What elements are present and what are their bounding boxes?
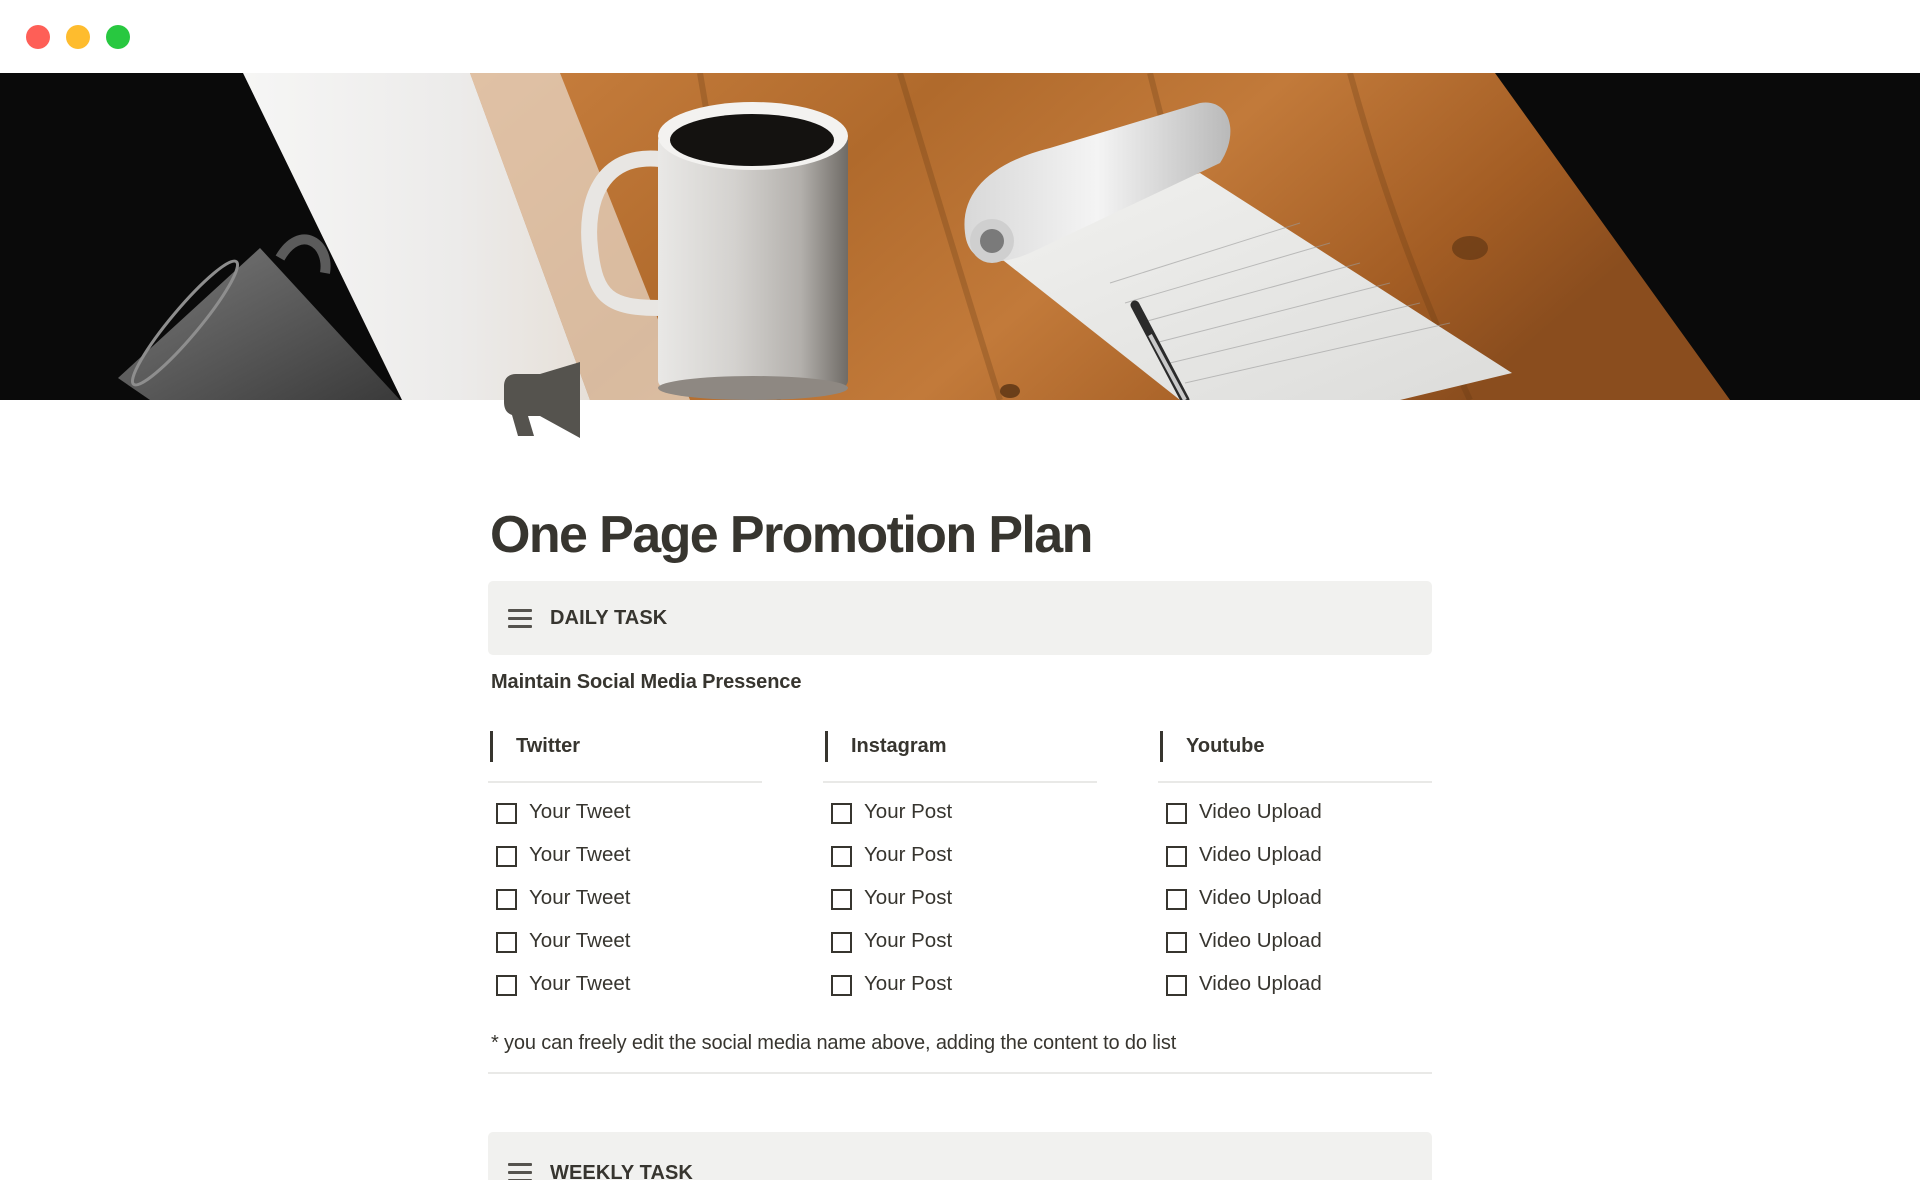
megaphone-icon[interactable] <box>500 356 586 442</box>
todo-text[interactable]: Your Post <box>864 885 952 911</box>
todo-text[interactable]: Your Post <box>864 928 952 954</box>
todo-text[interactable]: Video Upload <box>1199 842 1322 868</box>
todo-checkbox[interactable] <box>496 846 517 867</box>
minimize-window-button[interactable] <box>66 25 90 49</box>
column-heading-quote[interactable]: Twitter <box>488 729 762 763</box>
footnote-text[interactable]: * you can freely edit the social media n… <box>491 1030 1176 1056</box>
todo-item[interactable]: Video Upload <box>1158 842 1432 887</box>
todo-text[interactable]: Your Post <box>864 971 952 997</box>
todo-item[interactable]: Video Upload <box>1158 928 1432 973</box>
todo-checkbox[interactable] <box>496 889 517 910</box>
todo-text[interactable]: Video Upload <box>1199 971 1322 997</box>
daily-task-subtitle[interactable]: Maintain Social Media Pressence <box>491 669 801 695</box>
todo-text[interactable]: Your Tweet <box>529 928 630 954</box>
todo-item[interactable]: Video Upload <box>1158 971 1432 1016</box>
todo-checkbox[interactable] <box>831 803 852 824</box>
todo-checkbox[interactable] <box>1166 975 1187 996</box>
todo-checkbox[interactable] <box>1166 803 1187 824</box>
todo-checkbox[interactable] <box>496 803 517 824</box>
column-heading-quote[interactable]: Instagram <box>823 729 1097 763</box>
todo-text[interactable]: Video Upload <box>1199 928 1322 954</box>
todo-text[interactable]: Video Upload <box>1199 799 1322 825</box>
todo-text[interactable]: Your Post <box>864 799 952 825</box>
todo-list: Your Tweet Your Tweet Your Tweet Your Tw… <box>488 799 762 1016</box>
todo-list: Your Post Your Post Your Post Your Post … <box>823 799 1097 1016</box>
todo-checkbox[interactable] <box>1166 846 1187 867</box>
todo-checkbox[interactable] <box>496 975 517 996</box>
divider <box>1158 781 1432 783</box>
quote-bar <box>1160 731 1163 762</box>
todo-text[interactable]: Your Tweet <box>529 842 630 868</box>
todo-item[interactable]: Video Upload <box>1158 799 1432 844</box>
todo-list: Video Upload Video Upload Video Upload V… <box>1158 799 1432 1016</box>
quote-bar <box>825 731 828 762</box>
todo-checkbox[interactable] <box>831 846 852 867</box>
cover-image[interactable] <box>0 73 1920 400</box>
cover-photo-illustration <box>0 73 1920 400</box>
todo-item[interactable]: Your Tweet <box>488 799 762 844</box>
close-window-button[interactable] <box>26 25 50 49</box>
todo-item[interactable]: Your Post <box>823 842 1097 887</box>
column-heading: Instagram <box>851 735 947 757</box>
todo-item[interactable]: Your Tweet <box>488 971 762 1016</box>
todo-item[interactable]: Your Tweet <box>488 928 762 973</box>
todo-checkbox[interactable] <box>496 932 517 953</box>
todo-checkbox[interactable] <box>1166 889 1187 910</box>
todo-item[interactable]: Your Post <box>823 971 1097 1016</box>
todo-item[interactable]: Your Tweet <box>488 842 762 887</box>
divider <box>488 781 762 783</box>
column-heading-quote[interactable]: Youtube <box>1158 729 1432 763</box>
quote-bar <box>490 731 493 762</box>
hamburger-menu-icon <box>508 1162 532 1180</box>
todo-text[interactable]: Video Upload <box>1199 885 1322 911</box>
todo-item[interactable]: Video Upload <box>1158 885 1432 930</box>
window-titlebar <box>0 0 1920 73</box>
todo-text[interactable]: Your Post <box>864 842 952 868</box>
todo-checkbox[interactable] <box>831 889 852 910</box>
todo-checkbox[interactable] <box>831 975 852 996</box>
weekly-task-callout[interactable]: WEEKLY TASK <box>488 1132 1432 1180</box>
todo-item[interactable]: Your Post <box>823 928 1097 973</box>
todo-checkbox[interactable] <box>1166 932 1187 953</box>
daily-task-label: DAILY TASK <box>550 607 668 629</box>
page-title[interactable]: One Page Promotion Plan <box>490 503 1093 567</box>
column-heading: Twitter <box>516 735 581 757</box>
column-instagram: Instagram Your Post Your Post Your Post … <box>823 729 1097 996</box>
column-twitter: Twitter Your Tweet Your Tweet Your Tweet… <box>488 729 762 996</box>
divider <box>823 781 1097 783</box>
todo-text[interactable]: Your Tweet <box>529 799 630 825</box>
todo-text[interactable]: Your Tweet <box>529 971 630 997</box>
column-youtube: Youtube Video Upload Video Upload Video … <box>1158 729 1432 996</box>
todo-item[interactable]: Your Tweet <box>488 885 762 930</box>
todo-checkbox[interactable] <box>831 932 852 953</box>
todo-item[interactable]: Your Post <box>823 799 1097 844</box>
weekly-task-label: WEEKLY TASK <box>550 1162 693 1180</box>
section-divider <box>488 1072 1432 1074</box>
todo-text[interactable]: Your Tweet <box>529 885 630 911</box>
maximize-window-button[interactable] <box>106 25 130 49</box>
hamburger-menu-icon <box>508 608 532 628</box>
column-heading: Youtube <box>1186 735 1265 757</box>
todo-item[interactable]: Your Post <box>823 885 1097 930</box>
daily-task-callout[interactable]: DAILY TASK <box>488 581 1432 655</box>
